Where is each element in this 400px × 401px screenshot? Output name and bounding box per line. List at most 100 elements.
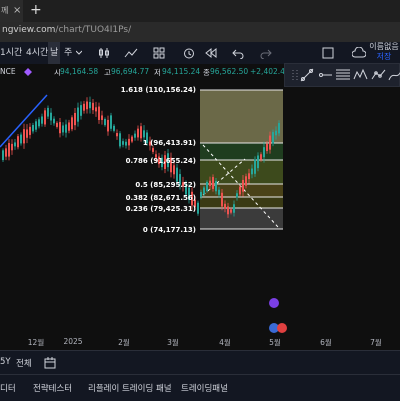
candle-style-icon[interactable]: [98, 47, 110, 59]
fib-zone-0382: [200, 197, 283, 208]
candle-body: [113, 125, 115, 131]
candle-body: [260, 154, 262, 160]
candle-body: [92, 102, 94, 111]
candle-body: [95, 107, 97, 112]
candle-body: [200, 191, 202, 197]
calendar-icon[interactable]: [44, 357, 56, 369]
candle-body: [245, 176, 247, 186]
fib-label-0: 0 (74,177.13): [142, 226, 196, 234]
candle-body: [131, 136, 133, 142]
price-chart[interactable]: 1.618 (110,156.24) 1 (96,413.91) 0.786 (…: [0, 86, 400, 335]
trend-line-icon[interactable]: [299, 67, 315, 83]
layout-icon[interactable]: [322, 47, 334, 59]
candle-body: [23, 129, 25, 144]
candle-body: [32, 125, 34, 132]
open-value: 94,164.58: [60, 67, 99, 76]
candle-body: [14, 142, 16, 147]
alert-clock-icon[interactable]: [183, 47, 195, 59]
tab-strategy-tester[interactable]: 전략테스터: [33, 382, 72, 394]
economic-event-icon: [277, 323, 287, 333]
url-domain: ngview.com: [2, 25, 56, 35]
candle-body: [206, 181, 208, 192]
candle-body: [62, 125, 64, 133]
tab-replay-panel[interactable]: 리플레이 트레이딩 패널: [88, 382, 172, 394]
candle-body: [5, 148, 7, 157]
candle-body: [101, 115, 103, 120]
candle-body: [26, 129, 28, 138]
horizontal-ray-icon[interactable]: [317, 67, 333, 83]
date-range-bar: 5Y 전체: [0, 350, 400, 375]
candle-body: [110, 115, 112, 129]
range-all-button[interactable]: 전체: [16, 357, 32, 369]
candle-body: [71, 117, 73, 130]
interval-day-button[interactable]: 날: [48, 42, 61, 64]
pattern-icon[interactable]: [353, 67, 369, 83]
new-tab-button[interactable]: +: [30, 0, 42, 22]
fib-label-05: 0.5 (85,295.52): [135, 181, 196, 189]
close-label: 종: [203, 68, 210, 77]
candle-body: [257, 155, 259, 169]
candle-body: [242, 179, 244, 192]
candle-body: [224, 203, 226, 209]
candle-body: [221, 192, 223, 207]
candle-body: [20, 134, 22, 144]
candle-body: [152, 148, 154, 152]
replay-icon[interactable]: [205, 47, 217, 59]
url-text[interactable]: ngview.com/chart/TUO4I1Ps/: [2, 25, 131, 35]
indicators-icon[interactable]: [124, 47, 138, 59]
candle-body: [65, 124, 67, 133]
candle-body: [278, 123, 280, 134]
candle-body: [8, 143, 10, 157]
chart-canvas[interactable]: [0, 87, 400, 335]
candle-body: [116, 133, 118, 137]
time-label: 2월: [118, 338, 130, 347]
browser-tab-bar: 께 × +: [0, 0, 400, 22]
interval-week-button[interactable]: 주: [64, 42, 72, 64]
fib-zone-0236: [200, 208, 283, 229]
candle-body: [134, 133, 136, 138]
candle-body: [83, 103, 85, 111]
fib-retracement-icon[interactable]: [335, 67, 351, 83]
candle-body: [275, 130, 277, 136]
chevron-down-icon[interactable]: [76, 50, 82, 56]
tab-trading-panel[interactable]: 트레이딩패널: [181, 382, 228, 394]
forecast-icon[interactable]: [371, 67, 387, 83]
candle-body: [233, 204, 235, 213]
candle-body: [50, 112, 52, 121]
candle-body: [263, 147, 265, 158]
candle-body: [173, 165, 175, 175]
interval-1h-button[interactable]: 1시간: [0, 42, 22, 64]
templates-icon[interactable]: [153, 47, 165, 59]
cloud-save-icon[interactable]: [352, 47, 366, 59]
low-value: 94,115.24: [162, 67, 201, 76]
interval-4h-button[interactable]: 4시간: [26, 42, 48, 64]
range-5y-button[interactable]: 5Y: [0, 357, 11, 367]
undo-icon[interactable]: [232, 47, 244, 59]
candle-body: [80, 105, 82, 116]
candle-body: [269, 135, 271, 150]
brush-icon[interactable]: [387, 67, 400, 83]
time-axis[interactable]: 12월 2025 2월 3월 4월 5월 6월 7월: [0, 335, 400, 349]
drawing-toolbar: [284, 63, 400, 87]
candle-body: [128, 138, 130, 146]
bottom-panel-tabs: 디터 전략테스터 리플레이 트레이딩 패널 트레이딩패널: [0, 374, 400, 401]
candle-body: [29, 126, 31, 135]
candle-body: [143, 130, 145, 138]
candle-body: [11, 143, 13, 151]
candle-body: [215, 181, 217, 192]
time-label: 7월: [370, 338, 382, 347]
candle-body: [212, 177, 214, 189]
tab-pine-editor[interactable]: 디터: [0, 382, 16, 394]
close-tab-icon[interactable]: ×: [13, 0, 22, 22]
candle-body: [107, 119, 109, 132]
fib-label-0786: 0.786 (91,655.24): [125, 157, 196, 165]
candle-body: [122, 141, 124, 145]
symbol-name[interactable]: NCE: [0, 67, 16, 76]
high-label: 고: [104, 68, 111, 77]
redo-icon[interactable]: [260, 47, 272, 59]
exchange-icon: [24, 68, 32, 76]
layout-name-button[interactable]: 이름없음 저장: [368, 42, 400, 64]
candle-body: [38, 119, 40, 127]
address-bar[interactable]: ngview.com/chart/TUO4I1Ps/: [0, 22, 400, 42]
layout-save-label: 저장: [376, 52, 392, 61]
